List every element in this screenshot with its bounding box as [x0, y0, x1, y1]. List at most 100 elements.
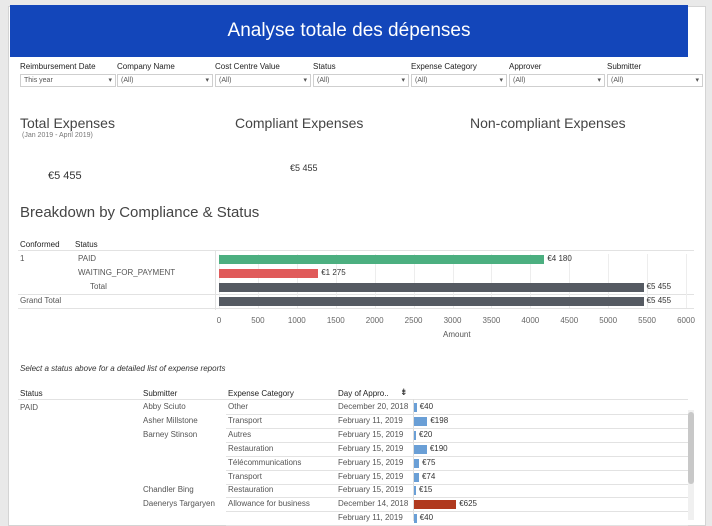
- amount-label: €15: [419, 485, 433, 495]
- status-label[interactable]: Grand Total: [20, 296, 61, 305]
- amount-bar[interactable]: [414, 444, 427, 454]
- detail-day-header[interactable]: Day of Appro..: [338, 389, 389, 398]
- breakdown-title: Breakdown by Compliance & Status: [20, 204, 260, 221]
- filter-dropdown[interactable]: (All) ▾: [117, 74, 213, 87]
- filter-dropdown[interactable]: (All) ▾: [215, 74, 311, 87]
- amount-label: €40: [419, 513, 434, 523]
- x-tick-label: 2000: [365, 316, 384, 325]
- kpi-total-title: Total Expenses: [20, 115, 115, 131]
- kpi-total-value: €5 455: [48, 170, 82, 182]
- row-category[interactable]: Autres: [228, 430, 251, 439]
- detail-scrollbar-thumb[interactable]: [688, 412, 694, 484]
- status-label[interactable]: WAITING_FOR_PAYMENT: [78, 268, 175, 277]
- row-submitter[interactable]: Barney Stinson: [143, 430, 197, 439]
- row-divider: [226, 469, 688, 471]
- status-label[interactable]: PAID: [78, 254, 96, 263]
- amount-bar[interactable]: [414, 403, 417, 412]
- row-submitter[interactable]: Asher Millstone: [143, 416, 198, 425]
- row-submitter[interactable]: Daenerys Targaryen: [143, 499, 215, 508]
- filter-dropdown[interactable]: (All) ▾: [509, 74, 605, 87]
- row-date[interactable]: February 15, 2019: [338, 458, 403, 467]
- x-tick-label: 0: [216, 316, 222, 325]
- filter-dropdown[interactable]: (All) ▾: [411, 74, 507, 87]
- chevron-down-icon: ▾: [597, 77, 601, 84]
- detail-status-value: PAID: [20, 403, 39, 412]
- row-category[interactable]: Transport: [228, 472, 262, 481]
- row-category[interactable]: Other: [228, 402, 248, 411]
- x-tick-label: 5000: [599, 316, 618, 325]
- amount-label: €75: [422, 457, 436, 467]
- row-date[interactable]: February 15, 2019: [338, 472, 403, 481]
- filter-value: (All): [219, 77, 232, 84]
- filter-label: Cost Centre Value: [215, 62, 280, 71]
- x-tick-label: 5500: [638, 316, 656, 325]
- bar-paid[interactable]: [219, 255, 545, 264]
- row-divider: [226, 455, 688, 457]
- filter-label: Approver: [509, 62, 542, 71]
- row-submitter[interactable]: Chandler Bing: [143, 485, 194, 494]
- row-category[interactable]: Télécommunications: [228, 458, 301, 467]
- x-tick-label: 500: [251, 316, 265, 325]
- status-label[interactable]: Total: [90, 282, 107, 291]
- row-category[interactable]: Allowance for business: [228, 499, 310, 508]
- amount-bar[interactable]: [414, 486, 416, 496]
- bar-grand-total[interactable]: [219, 297, 644, 306]
- amount-label: €198: [430, 415, 449, 425]
- row-date[interactable]: February 15, 2019: [338, 430, 403, 439]
- detail-category-header[interactable]: Expense Category: [228, 389, 294, 398]
- row-divider: [226, 414, 688, 415]
- breakdown-header-divider: [18, 250, 694, 251]
- filter-dropdown[interactable]: (All) ▾: [313, 74, 409, 87]
- sort-icon[interactable]: ⇟: [400, 387, 408, 398]
- row-date[interactable]: February 15, 2019: [338, 485, 403, 494]
- amount-bar[interactable]: [414, 430, 416, 440]
- col-conformed-header: Conformed: [20, 240, 60, 249]
- filter-dropdown[interactable]: (All) ▾: [607, 74, 703, 87]
- amount-bar[interactable]: [414, 458, 420, 468]
- page-title: Analyse totale des dépenses: [10, 5, 688, 57]
- filter-1: Company Name (All) ▾: [117, 60, 213, 87]
- chevron-down-icon: ▾: [695, 77, 699, 84]
- x-tick-label: 4500: [560, 316, 579, 325]
- kpi-compliant-title: Compliant Expenses: [235, 115, 364, 131]
- amount-bar[interactable]: [414, 500, 457, 510]
- x-tick-label: 3500: [482, 316, 501, 325]
- x-axis-title: Amount: [443, 330, 471, 339]
- row-category[interactable]: Restauration: [228, 444, 273, 453]
- amount-bar[interactable]: [414, 472, 419, 482]
- filter-0: Reimbursement Date This year ▾: [20, 60, 116, 87]
- breakdown-bottom-divider: [18, 308, 694, 309]
- row-date[interactable]: February 15, 2019: [338, 444, 403, 453]
- kpi-total-subtitle: (Jan 2019 - April 2019): [22, 132, 93, 139]
- row-divider: [226, 483, 688, 485]
- amount-bar[interactable]: [414, 514, 417, 524]
- row-category[interactable]: Transport: [228, 416, 262, 425]
- kpi-noncompliant-title: Non-compliant Expenses: [470, 115, 626, 131]
- filter-label: Reimbursement Date: [20, 62, 96, 71]
- filter-value: (All): [415, 77, 428, 84]
- detail-status-header[interactable]: Status: [20, 389, 43, 398]
- row-category[interactable]: Restauration: [228, 485, 273, 494]
- bar-total[interactable]: [219, 283, 644, 292]
- filter-3: Status (All) ▾: [313, 60, 409, 87]
- bar-waiting-for-payment[interactable]: [219, 269, 319, 278]
- row-date[interactable]: December 20, 2018: [338, 402, 408, 411]
- x-tick-label: 1000: [287, 316, 306, 325]
- amount-label: €40: [419, 402, 434, 411]
- row-submitter[interactable]: Abby Sciuto: [143, 402, 186, 411]
- bar-value-label: €4 180: [547, 254, 572, 263]
- row-date[interactable]: February 11, 2019: [338, 513, 403, 522]
- bar-value-label: €1 275: [321, 268, 346, 277]
- breakdown-total-divider: [18, 294, 694, 295]
- filter-value: (All): [121, 77, 134, 84]
- filter-dropdown[interactable]: This year ▾: [20, 74, 116, 87]
- x-tick-label: 1500: [326, 316, 345, 325]
- filter-4: Expense Category (All) ▾: [411, 60, 507, 87]
- row-date[interactable]: February 11, 2019: [338, 416, 403, 425]
- detail-submitter-header[interactable]: Submitter: [143, 389, 177, 398]
- x-tick-label: 2500: [404, 316, 423, 325]
- amount-bar[interactable]: [414, 416, 428, 426]
- row-divider: [226, 511, 688, 513]
- row-divider: [226, 497, 688, 499]
- row-date[interactable]: December 14, 2018: [338, 499, 408, 508]
